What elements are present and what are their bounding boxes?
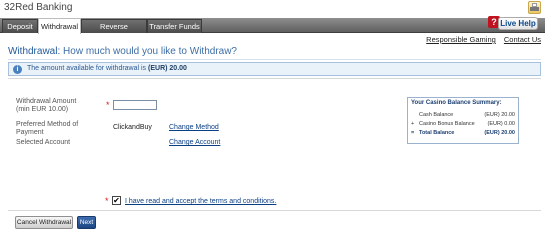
next-button[interactable]: Next xyxy=(77,216,96,229)
title-bar: 32Red Banking xyxy=(0,0,545,18)
payment-method-label: Preferred Method of Payment xyxy=(16,121,78,137)
withdrawal-amount-label-line2: (min EUR 10.00) xyxy=(16,106,69,113)
change-method-link[interactable]: Change Method xyxy=(169,124,219,131)
terms-required-marker: * xyxy=(105,196,109,206)
tab-transfer-funds[interactable]: Transfer Funds xyxy=(147,19,202,33)
tab-reverse-withdrawal[interactable]: Reverse Withdrawal xyxy=(81,19,147,44)
summary-row-bonus: + Casino Bonus Balance (EUR) 0.00 xyxy=(411,121,517,129)
summary-row-label: Casino Bonus Balance xyxy=(419,121,475,127)
heading-divider xyxy=(8,59,541,60)
summary-row-cash: Cash Balance (EUR) 20.00 xyxy=(411,112,517,120)
print-icon[interactable] xyxy=(528,1,541,14)
change-account-link[interactable]: Change Account xyxy=(169,139,220,146)
notice-text: The amount available for withdrawal is (… xyxy=(27,63,187,75)
info-icon: i xyxy=(13,65,22,74)
section-divider xyxy=(8,78,541,79)
footer-divider xyxy=(8,210,541,211)
contact-us-link[interactable]: Contact Us xyxy=(504,35,541,44)
summary-row-label: Total Balance xyxy=(419,130,455,136)
terms-link[interactable]: I have read and accept the terms and con… xyxy=(125,198,276,205)
payment-method-label-line1: Preferred Method of xyxy=(16,121,79,128)
payment-method-value: ClickandBuy xyxy=(113,124,152,131)
summary-row-prefix: = xyxy=(411,130,415,136)
required-marker: * xyxy=(106,100,110,110)
responsible-gaming-link[interactable]: Responsible Gaming xyxy=(426,35,496,44)
payment-method-label-line2: Payment xyxy=(16,129,44,136)
page-title-prefix: Withdrawal: xyxy=(8,46,61,57)
live-help-button[interactable]: ? Live Help xyxy=(488,16,540,31)
cancel-withdrawal-button[interactable]: Cancel Withdrawal xyxy=(15,216,73,229)
summary-row-prefix: + xyxy=(411,121,415,127)
selected-account-label: Selected Account xyxy=(16,139,71,146)
live-help-label: Live Help xyxy=(498,17,538,30)
print-icon-body xyxy=(530,7,539,11)
withdrawal-amount-input[interactable] xyxy=(113,100,157,110)
app-title: 32Red Banking xyxy=(4,2,73,13)
summary-row-total: = Total Balance (EUR) 20.00 xyxy=(411,130,517,138)
notice-message: The amount available for withdrawal is xyxy=(27,65,147,72)
summary-row-label: Cash Balance xyxy=(419,112,454,118)
notice-amount: (EUR) 20.00 xyxy=(148,65,187,72)
withdrawal-amount-label: Withdrawal Amount (min EUR 10.00) xyxy=(16,98,76,114)
summary-row-amount: (EUR) 0.00 xyxy=(487,121,515,127)
casino-balance-summary: Your Casino Balance Summary: Cash Balanc… xyxy=(407,97,519,144)
summary-title: Your Casino Balance Summary: xyxy=(411,100,502,106)
summary-row-amount: (EUR) 20.00 xyxy=(484,112,515,118)
page-title-text: How much would you like to Withdraw? xyxy=(63,46,237,57)
available-amount-notice: i The amount available for withdrawal is… xyxy=(8,62,541,76)
top-links: Responsible Gaming Contact Us xyxy=(420,35,541,44)
summary-row-amount: (EUR) 20.00 xyxy=(484,130,515,136)
tab-bar: Deposit Withdrawal Reverse Withdrawal Tr… xyxy=(0,18,545,44)
tab-deposit[interactable]: Deposit xyxy=(2,19,38,33)
tab-withdrawal[interactable]: Withdrawal xyxy=(38,18,81,34)
terms-checkbox[interactable]: ✔ xyxy=(112,196,121,205)
page-title: Withdrawal: How much would you like to W… xyxy=(8,46,237,57)
withdrawal-amount-label-line1: Withdrawal Amount xyxy=(16,98,77,105)
